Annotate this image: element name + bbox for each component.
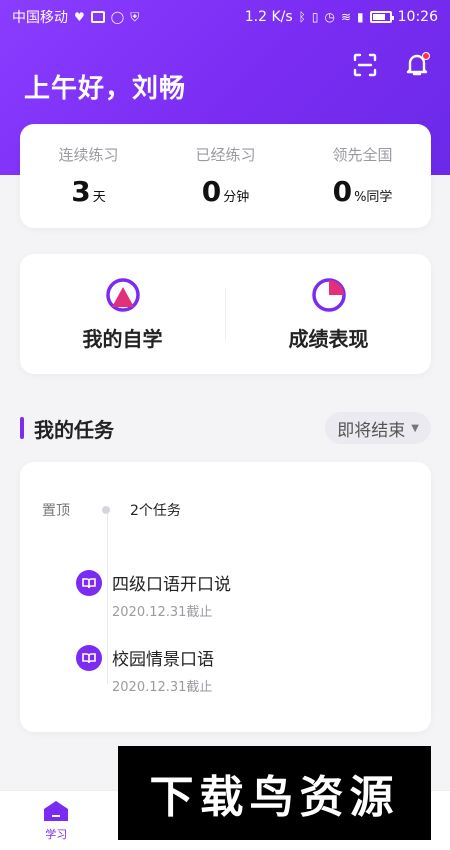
feature-card: 我的自学 成绩表现: [20, 254, 431, 374]
pinned-label: 置顶: [42, 503, 70, 519]
status-bar: 中国移动 ♥ ◯ ⛨ 1.2 K/s ᛒ ▯ ◷ ≋ ▮ 10:26: [0, 0, 450, 34]
stat-unit: 天: [92, 190, 106, 205]
stat-value: 3: [71, 175, 91, 208]
task-name: 校园情景口语: [112, 650, 214, 670]
carrier-label: 中国移动: [12, 10, 68, 26]
stat-label: 领先全国: [332, 146, 393, 164]
task-deadline: 2020.12.31截止: [112, 605, 213, 620]
task-deadline: 2020.12.31截止: [112, 680, 213, 695]
notification-badge: [422, 52, 430, 60]
alarm-icon: ◷: [324, 10, 335, 24]
stat-unit: %同学: [354, 190, 393, 205]
clock: 10:26: [397, 9, 438, 25]
stat-rank: 领先全国 0 %同学: [294, 124, 431, 228]
task-count: 2个任务: [130, 503, 181, 519]
task-name: 四级口语开口说: [112, 575, 231, 595]
timeline-dot: [102, 506, 110, 514]
pinned-row: 置顶 2个任务: [42, 500, 181, 520]
image-icon: [90, 11, 105, 23]
performance-label: 成绩表现: [288, 326, 369, 351]
signal-icon: ▮: [357, 10, 364, 24]
self-study-label: 我的自学: [82, 326, 163, 351]
chevron-down-icon: ▼: [411, 422, 419, 434]
network-speed: 1.2 K/s: [244, 9, 293, 25]
self-study-button[interactable]: 我的自学: [20, 254, 225, 374]
stat-label: 已经练习: [195, 146, 256, 164]
battery-icon: [369, 11, 394, 23]
tab-study[interactable]: 学习: [0, 791, 113, 850]
stats-card: 连续练习 3天 已经练习 0 分钟 领先全国 0 %同学: [20, 124, 431, 228]
stat-unit: 分钟: [223, 190, 250, 205]
watermark-overlay: 下载鸟资源: [118, 746, 431, 840]
greeting-title: 上午好，刘畅: [24, 74, 187, 104]
home-icon: [44, 800, 69, 821]
book-icon: [76, 570, 102, 596]
performance-button[interactable]: 成绩表现: [226, 254, 431, 374]
section-accent-bar: [20, 417, 24, 439]
book-icon: [76, 645, 102, 671]
stat-value: 0: [201, 175, 222, 208]
bluetooth-icon: ᛒ: [298, 10, 306, 24]
performance-chart-icon: [311, 277, 346, 312]
heart-icon: ♥: [74, 10, 85, 24]
task-filter-label: 即将结束: [337, 420, 406, 441]
task-item[interactable]: 四级口语开口说 2020.12.31截止: [76, 570, 231, 620]
task-filter-dropdown[interactable]: 即将结束 ▼: [325, 412, 431, 444]
bell-icon[interactable]: [402, 50, 432, 80]
tasks-card: 置顶 2个任务 四级口语开口说 2020.12.31截止 校园情景口语 2020…: [20, 462, 431, 732]
stat-value: 0: [332, 175, 353, 208]
stat-streak: 连续练习 3天: [20, 124, 157, 228]
header-actions: [350, 50, 432, 80]
wifi-icon: ≋: [340, 10, 352, 24]
self-study-icon: [105, 277, 140, 312]
scan-icon[interactable]: [350, 50, 380, 80]
cat-icon: ◯: [110, 10, 125, 24]
stat-label: 连续练习: [58, 146, 119, 164]
tab-label: 学习: [45, 827, 68, 841]
shield-icon: ⛨: [130, 10, 140, 24]
task-item[interactable]: 校园情景口语 2020.12.31截止: [76, 645, 214, 695]
tasks-title: 我的任务: [34, 417, 114, 442]
tasks-header: 我的任务 即将结束 ▼: [20, 412, 431, 444]
vibrate-icon: ▯: [311, 10, 319, 24]
stat-minutes: 已经练习 0 分钟: [157, 124, 294, 228]
